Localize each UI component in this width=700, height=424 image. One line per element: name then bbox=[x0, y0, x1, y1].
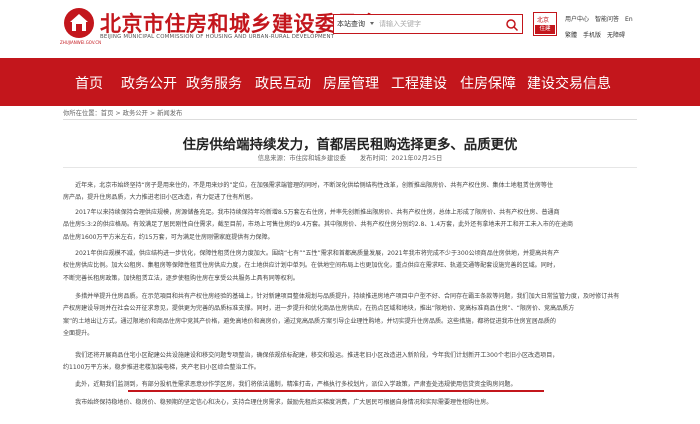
source-label: 信息来源： bbox=[257, 155, 290, 162]
breadcrumb-separator: > bbox=[149, 110, 156, 117]
nav-item-government-affairs[interactable]: 政务公开 bbox=[121, 73, 177, 93]
article-paragraph-3: 2021年供应规模不减，供应结构进一步优化，保障性租赁住房力度加大。围绕“七有”… bbox=[63, 248, 637, 285]
traditional-chinese-link[interactable]: 繁體 bbox=[565, 32, 577, 39]
site-subtitle: BEIJING MUNICIPAL COMMISSION OF HOUSING … bbox=[100, 34, 335, 40]
article-line: 品住房1600万平方米左右，约15万套，可为满足住房刚需家庭提供有力保障。 bbox=[63, 233, 274, 241]
article-paragraph-4: 多措并举提升住房品质。在示范項目和共有产权住房经验的基础上，针对新建项目整体规划… bbox=[63, 291, 637, 340]
article-paragraph-5: 我们还将开展商品住宅小区配建公共设施建设和移交问题专项整治，确保依规依标配建，移… bbox=[63, 350, 637, 375]
article-paragraph-2: 2017年以来持续保持合理供应规模，房源储备充足。我市持续保持年均新增8.5万套… bbox=[63, 207, 637, 244]
article-date: 2021年02月25日 bbox=[391, 155, 443, 162]
accessibility-link[interactable]: 无障碍 bbox=[607, 32, 625, 39]
breadcrumb-home-link[interactable]: 首页 bbox=[101, 110, 114, 117]
article-paragraph-7: 我市始终保持稳地价、稳房价、稳预期的坚定信心和决心，支持合理住房需求，鼓励先租后… bbox=[63, 397, 637, 409]
breadcrumb-news-link[interactable]: 新闻发布 bbox=[157, 110, 182, 117]
chevron-down-icon[interactable] bbox=[370, 22, 374, 25]
commission-logo-icon[interactable] bbox=[64, 8, 94, 38]
article-line: 近年来，北京市始终坚持“房子是用来住的，不是用来炒的”定位，在加强需求端管理的同… bbox=[63, 182, 554, 189]
article-line: 不断完善长租房政策，加快租赁立法，逐步使租购住房在享受公共服务上具有同等权利。 bbox=[63, 274, 299, 282]
breadcrumb-prefix: 你所在位置： bbox=[63, 110, 101, 117]
article-line: 全面提升。 bbox=[63, 329, 94, 337]
english-link[interactable]: En bbox=[625, 16, 633, 23]
badge-bottom-text: 住建 bbox=[535, 25, 555, 34]
site-header: ZHUJIANWEI.GOV.CN 北京市住房和城乡建设委员会 BEIJING … bbox=[0, 0, 700, 58]
logo-domain-text: ZHUJIANWEI.GOV.CN bbox=[60, 40, 102, 45]
article-line: 权住房供应比例。加大公租房、集租房等保障性租赁住房供应力度，在土地供应计划中单列… bbox=[63, 262, 559, 270]
article-line: 多措并举提升住房品质。在示范項目和共有产权住房经验的基础上，针对新建项目整体规划… bbox=[63, 293, 620, 300]
article-line: 我市始终保持稳地价、稳房价、稳预期的坚定信心和决心，支持合理住房需求，鼓励先租后… bbox=[63, 399, 493, 406]
search-input[interactable] bbox=[379, 16, 499, 32]
article-line: 约1100万平方米，稳步推进老楼加装电梯，夹产老旧小区综合整治工作。 bbox=[63, 364, 260, 372]
article-line: 2021年供应规模不减，供应结构进一步优化，保障性租赁住房力度加大。围绕“七有”… bbox=[63, 250, 560, 257]
badge-top-text: 北京 bbox=[537, 17, 550, 24]
user-center-link[interactable]: 用户中心 bbox=[565, 16, 589, 23]
article-line: 2017年以来持续保持合理供应规模，房源储备充足。我市持续保持年均新增8.5万套… bbox=[63, 209, 560, 216]
nav-item-home[interactable]: 首页 bbox=[75, 73, 103, 93]
article-source: 市住房和城乡建设委 bbox=[289, 155, 346, 162]
nav-item-housing-management[interactable]: 房屋管理 bbox=[323, 73, 379, 93]
article-line: 品住房5:3:2的供应格局。有效满足了居民刚性自住需求，截至目前，市场上可售住房… bbox=[63, 221, 574, 229]
breadcrumb-separator: > bbox=[115, 110, 121, 117]
highlight-underline bbox=[128, 390, 544, 392]
header-tools-row2: 繁體 手机版 无障碍 bbox=[565, 30, 631, 39]
search-scope-select[interactable]: 本站查询 bbox=[337, 19, 365, 29]
article-line: 案”的土地出让方式，通过限地价和商品住房中竞其产价格，避免高地价和高房价，通过竞… bbox=[63, 317, 556, 325]
breadcrumb-government-affairs-link[interactable]: 政务公开 bbox=[123, 110, 148, 117]
nav-item-construction[interactable]: 工程建设 bbox=[391, 73, 447, 93]
article-paragraph-1: 近年来，北京市始终坚持“房子是用来住的，不是用来炒的”定位，在加强需求端管理的同… bbox=[63, 180, 637, 205]
nav-item-housing-security[interactable]: 住房保障 bbox=[460, 73, 516, 93]
nav-item-construction-trading[interactable]: 建设交易信息 bbox=[527, 73, 611, 93]
article-line: 我们还将开展商品住宅小区配建公共设施建设和移交问题专项整治，确保依规依标配建，移… bbox=[63, 352, 559, 359]
mobile-version-link[interactable]: 手机版 bbox=[583, 32, 601, 39]
article-line: 产权房建设导则并在社会公开征求意见，提供更为完善的品质标准支撑。同时，进一步提升… bbox=[63, 305, 575, 313]
smart-qa-link[interactable]: 智能问答 bbox=[595, 16, 619, 23]
date-label: 发布时间： bbox=[359, 155, 392, 162]
article-line: 房产品，提升住房品质，大力推进老旧小区改造，有力促进了住有所居。 bbox=[63, 194, 257, 202]
search-box: 本站查询 bbox=[333, 14, 523, 34]
nav-item-public-interaction[interactable]: 政民互动 bbox=[255, 73, 311, 93]
nav-item-government-services[interactable]: 政务服务 bbox=[186, 73, 242, 93]
header-tools-row1: 用户中心 智能问答 En bbox=[565, 14, 639, 23]
article-title: 住房供给端持续发力，首都居民租购选择更多、品质更优 bbox=[182, 138, 518, 153]
beijing-zhujian-badge[interactable]: 北京 住建 bbox=[533, 12, 557, 36]
breadcrumb-divider bbox=[63, 119, 637, 120]
meta-divider bbox=[63, 167, 637, 168]
article-meta: 信息来源：市住房和城乡建设委 发布时间：2021年02月25日 bbox=[0, 153, 700, 162]
breadcrumb: 你所在位置：首页 > 政务公开 > 新闻发布 bbox=[63, 108, 182, 117]
search-icon[interactable] bbox=[505, 17, 519, 32]
main-nav: 首页 政务公开 政务服务 政民互动 房屋管理 工程建设 住房保障 建设交易信息 bbox=[0, 58, 700, 106]
